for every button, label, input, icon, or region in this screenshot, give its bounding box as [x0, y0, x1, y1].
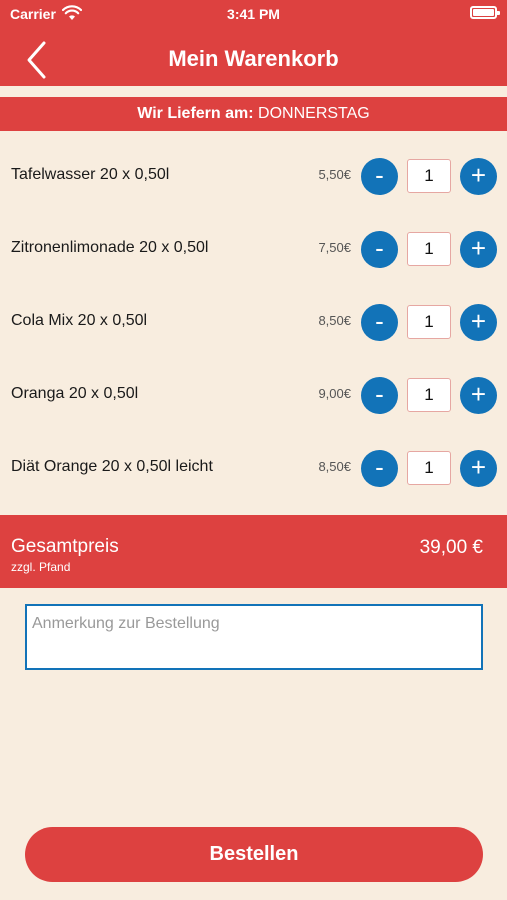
cart-item: Cola Mix 20 x 0,50l 8,50€ - 1 +: [0, 302, 507, 342]
status-bar: Carrier 3:41 PM: [0, 0, 507, 28]
quantity-field[interactable]: 1: [407, 451, 451, 485]
deposit-note: zzgl. Pfand: [11, 560, 71, 574]
delivery-day: DONNERSTAG: [258, 105, 370, 122]
increase-quantity-button[interactable]: +: [460, 377, 497, 414]
item-price: 8,50€: [318, 313, 351, 328]
total-value: 39,00 €: [419, 537, 483, 558]
decrease-quantity-button[interactable]: -: [361, 304, 398, 341]
quantity-field[interactable]: 1: [407, 159, 451, 193]
cart-item: Oranga 20 x 0,50l 9,00€ - 1 +: [0, 375, 507, 415]
order-button[interactable]: Bestellen: [25, 827, 483, 882]
increase-quantity-button[interactable]: +: [460, 450, 497, 487]
quantity-field[interactable]: 1: [407, 232, 451, 266]
cart-item: Diät Orange 20 x 0,50l leicht 8,50€ - 1 …: [0, 448, 507, 488]
decrease-quantity-button[interactable]: -: [361, 450, 398, 487]
item-name: Diät Orange 20 x 0,50l leicht: [11, 458, 213, 475]
quantity-field[interactable]: 1: [407, 305, 451, 339]
status-time: 3:41 PM: [227, 6, 280, 22]
cart-item: Zitronenlimonade 20 x 0,50l 7,50€ - 1 +: [0, 229, 507, 269]
increase-quantity-button[interactable]: +: [460, 158, 497, 195]
header-bar: Carrier 3:41 PM Mein Warenkorb: [0, 0, 507, 86]
delivery-label: Wir Liefern am:: [137, 105, 254, 122]
item-name: Zitronenlimonade 20 x 0,50l: [11, 239, 209, 256]
item-name: Tafelwasser 20 x 0,50l: [11, 166, 170, 183]
quantity-field[interactable]: 1: [407, 378, 451, 412]
item-price: 9,00€: [318, 386, 351, 401]
item-price: 7,50€: [318, 240, 351, 255]
decrease-quantity-button[interactable]: -: [361, 158, 398, 195]
item-price: 8,50€: [318, 459, 351, 474]
item-price: 5,50€: [318, 167, 351, 182]
item-name: Oranga 20 x 0,50l: [11, 385, 139, 402]
delivery-day-bar: Wir Liefern am: DONNERSTAG: [0, 97, 507, 131]
page-title: Mein Warenkorb: [168, 46, 339, 71]
battery-icon: [470, 6, 500, 19]
decrease-quantity-button[interactable]: -: [361, 231, 398, 268]
cart-item: Tafelwasser 20 x 0,50l 5,50€ - 1 +: [0, 156, 507, 196]
order-note-input[interactable]: Anmerkung zur Bestellung: [25, 604, 483, 670]
increase-quantity-button[interactable]: +: [460, 231, 497, 268]
increase-quantity-button[interactable]: +: [460, 304, 497, 341]
item-name: Cola Mix 20 x 0,50l: [11, 312, 148, 329]
total-price-bar: Gesamtpreis zzgl. Pfand 39,00 €: [0, 515, 507, 588]
decrease-quantity-button[interactable]: -: [361, 377, 398, 414]
total-label: Gesamtpreis: [11, 536, 119, 557]
